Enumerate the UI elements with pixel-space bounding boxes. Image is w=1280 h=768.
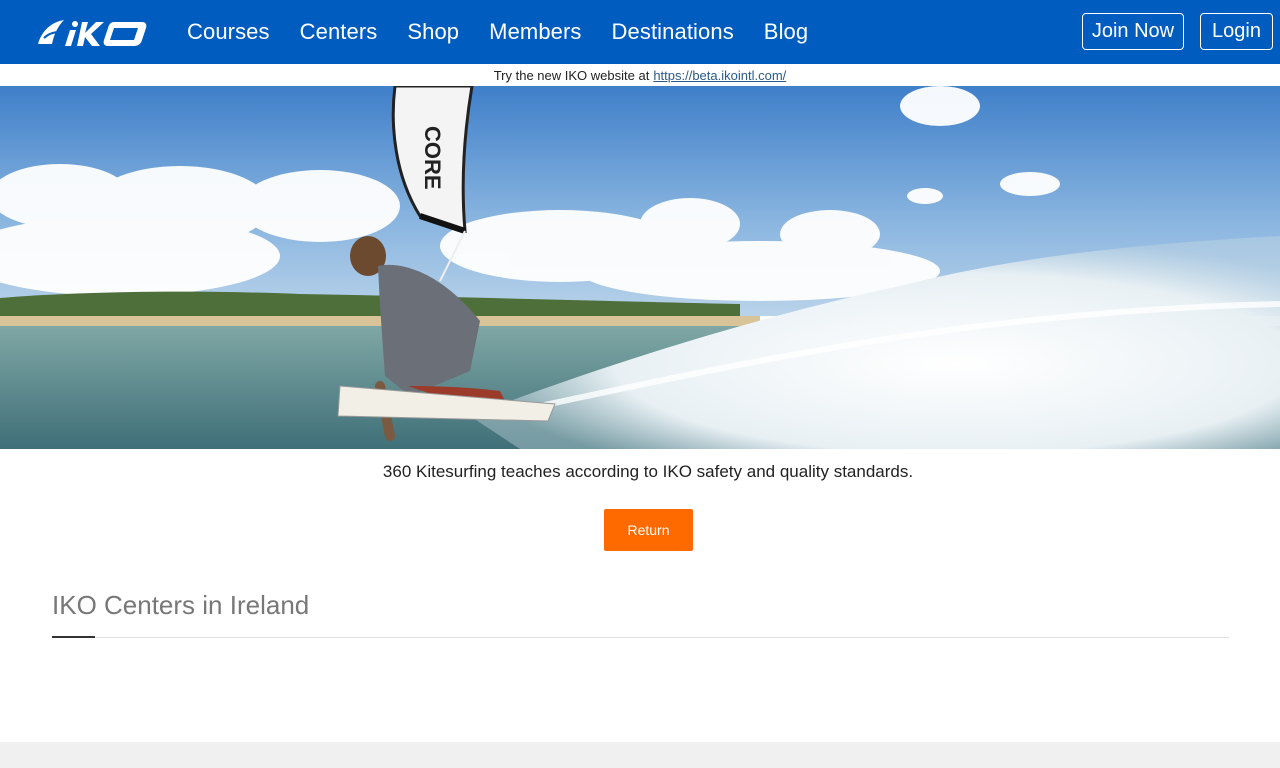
top-navbar: Courses Centers Shop Members Destination… [0, 0, 1280, 64]
section-title: IKO Centers in Ireland [52, 590, 310, 620]
school-tagline: 360 Kitesurfing teaches according to IKO… [382, 462, 914, 481]
return-button[interactable]: Return [604, 509, 693, 551]
nav-link-shop[interactable]: Shop [407, 19, 459, 45]
beta-site-link[interactable]: https://beta.ikointl.com/ [653, 68, 786, 83]
iko-logo-icon [38, 20, 147, 46]
main-nav: Courses Centers Shop Members Destination… [187, 0, 838, 64]
nav-link-members[interactable]: Members [489, 19, 581, 45]
nav-link-courses[interactable]: Courses [187, 19, 270, 45]
footer-band [0, 742, 1280, 768]
section-divider-accent [52, 636, 95, 638]
nav-link-destinations[interactable]: Destinations [612, 19, 734, 45]
section-divider [52, 637, 1229, 638]
beta-banner-text: Try the new IKO website at [493, 67, 650, 83]
nav-link-centers[interactable]: Centers [300, 19, 378, 45]
kite-brand-text: CORE [420, 126, 445, 190]
join-now-button[interactable]: Join Now [1082, 13, 1184, 50]
beta-site-banner: Try the new IKO website at https://beta.… [0, 64, 1280, 86]
hero-image: CORE [0, 86, 1280, 449]
nav-link-blog[interactable]: Blog [764, 19, 808, 45]
login-button[interactable]: Login [1200, 13, 1273, 50]
iko-logo[interactable] [34, 16, 148, 50]
kitesurfer-photo: CORE [0, 86, 1280, 449]
